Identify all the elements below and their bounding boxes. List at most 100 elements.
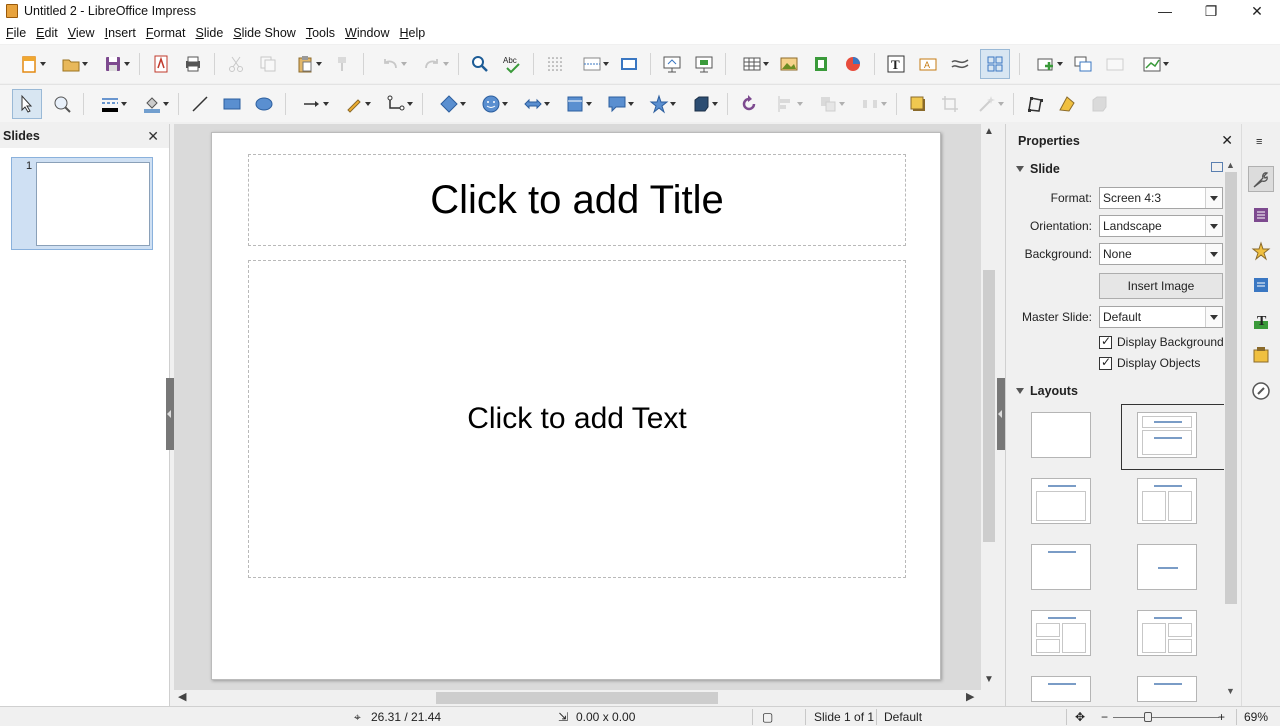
menu-window[interactable]: Window [341,26,393,40]
menu-tools[interactable]: Tools [302,26,339,40]
properties-tab[interactable] [1248,166,1274,192]
menu-slide[interactable]: Slide [191,26,227,40]
navigator-tab[interactable] [1248,378,1274,404]
insert-text-box-button[interactable]: T [884,52,908,76]
horizontal-scrollbar[interactable]: ◀ ▶ [174,690,981,706]
close-slides-pane-button[interactable]: ✕ [147,128,159,145]
scroll-down-arrow-icon[interactable]: ▼ [984,674,994,685]
slides-pane-collapse-handle[interactable] [166,378,174,450]
menu-edit[interactable]: Edit [32,26,62,40]
connectors-button[interactable] [379,92,413,116]
insert-chart-button[interactable] [841,52,865,76]
zoom-pan-button[interactable] [50,92,74,116]
layout-title-two-content[interactable] [1137,478,1197,524]
flowchart-button[interactable] [558,92,592,116]
more-options-icon[interactable] [1211,162,1223,172]
cut-button[interactable] [224,52,248,76]
distribute-button[interactable] [853,92,887,116]
styles-tab[interactable]: T [1248,308,1274,334]
block-arrows-button[interactable] [516,92,550,116]
crop-button[interactable] [938,92,962,116]
display-objects-checkbox[interactable]: Display Objects [1099,355,1200,370]
insert-fontwork-button[interactable]: A [916,52,940,76]
zoom-slider-track[interactable] [1113,717,1219,718]
arrange-button[interactable] [811,92,845,116]
symbol-shapes-button[interactable] [474,92,508,116]
object-layout-button[interactable] [980,49,1010,79]
maximize-button[interactable]: ❐ [1188,0,1234,22]
scroll-up-arrow-icon[interactable]: ▲ [984,126,994,137]
scroll-right-arrow-icon[interactable]: ▶ [966,690,974,703]
sidebar-menu-icon[interactable]: ≡ [1256,136,1262,148]
close-window-button[interactable]: ✕ [1234,0,1280,22]
layout-blank[interactable] [1031,412,1091,458]
scroll-up-arrow-icon[interactable]: ▲ [1226,160,1235,170]
shadow-button[interactable] [906,92,930,116]
undo-button[interactable] [373,52,407,76]
zoom-out-icon[interactable]: − [1101,710,1108,724]
display-grid-button[interactable] [543,52,567,76]
filter-button[interactable] [970,92,1004,116]
start-first-slide-button[interactable] [660,52,684,76]
vertical-scrollbar[interactable]: ▲ ▼ [981,124,997,690]
layout-title-content[interactable] [1121,404,1227,470]
slide-section-header[interactable]: Slide [1016,162,1060,176]
select-button[interactable] [12,88,42,119]
new-slide-button[interactable] [1029,52,1063,76]
basic-shapes-button[interactable] [432,92,466,116]
layout-partial-1[interactable] [1031,676,1091,702]
clone-formatting-button[interactable] [330,52,354,76]
stars-button[interactable] [642,92,676,116]
layouts-section-header[interactable]: Layouts [1016,384,1078,398]
layout-title-only[interactable] [1031,478,1091,524]
orientation-select[interactable]: Landscape [1099,215,1223,237]
glue-points-button[interactable] [1055,92,1079,116]
layout-partial-2[interactable] [1137,676,1197,702]
document-modified-icon[interactable]: ▢ [762,710,773,724]
vertical-scroll-thumb[interactable] [983,270,995,542]
line-tool-button[interactable] [188,92,212,116]
3d-objects-button[interactable] [684,92,718,116]
insert-image-button[interactable]: Insert Image [1099,273,1223,299]
points-button[interactable] [1023,92,1047,116]
sidebar-collapse-handle[interactable] [997,378,1005,450]
curves-button[interactable] [337,92,371,116]
find-replace-button[interactable] [468,52,492,76]
zoom-percentage[interactable]: 69% [1244,710,1268,724]
spelling-button[interactable]: Abc [500,52,524,76]
ellipse-tool-button[interactable] [252,92,276,116]
menu-file[interactable]: File [2,26,30,40]
layout-title-only-alt[interactable] [1031,544,1091,590]
layout-title-content-2[interactable] [1031,610,1091,656]
menu-slide-show[interactable]: Slide Show [229,26,300,40]
master-name[interactable]: Default [884,710,922,724]
menu-format[interactable]: Format [142,26,190,40]
slide-transition-tab[interactable] [1248,272,1274,298]
copy-button[interactable] [256,52,280,76]
properties-scrollbar[interactable]: ▲ ▼ [1224,160,1238,700]
slide-thumbnail[interactable]: 1 [11,157,153,250]
rectangle-tool-button[interactable] [220,92,244,116]
zoom-slider-knob[interactable] [1144,712,1152,722]
show-draw-functions-button[interactable] [948,52,972,76]
save-button[interactable] [96,52,130,76]
minimize-button[interactable]: — [1142,0,1188,22]
helplines-button[interactable] [575,52,609,76]
insert-image-button[interactable] [777,52,801,76]
menu-insert[interactable]: Insert [101,26,140,40]
open-button[interactable] [54,52,88,76]
zoom-in-icon[interactable]: + [1218,710,1225,724]
display-background-checkbox[interactable]: Display Background [1099,334,1224,349]
insert-media-button[interactable] [809,52,833,76]
slide-layout-button[interactable] [1135,52,1169,76]
callouts-button[interactable] [600,92,634,116]
scroll-down-arrow-icon[interactable]: ▼ [1226,686,1235,696]
scroll-left-arrow-icon[interactable]: ◀ [178,690,186,703]
delete-slide-button[interactable] [1103,52,1127,76]
duplicate-slide-button[interactable] [1071,52,1095,76]
master-slide-select[interactable]: Default [1099,306,1223,328]
fit-slide-icon[interactable]: ✥ [1075,710,1085,724]
redo-button[interactable] [415,52,449,76]
align-button[interactable] [769,92,803,116]
menu-view[interactable]: View [64,26,99,40]
